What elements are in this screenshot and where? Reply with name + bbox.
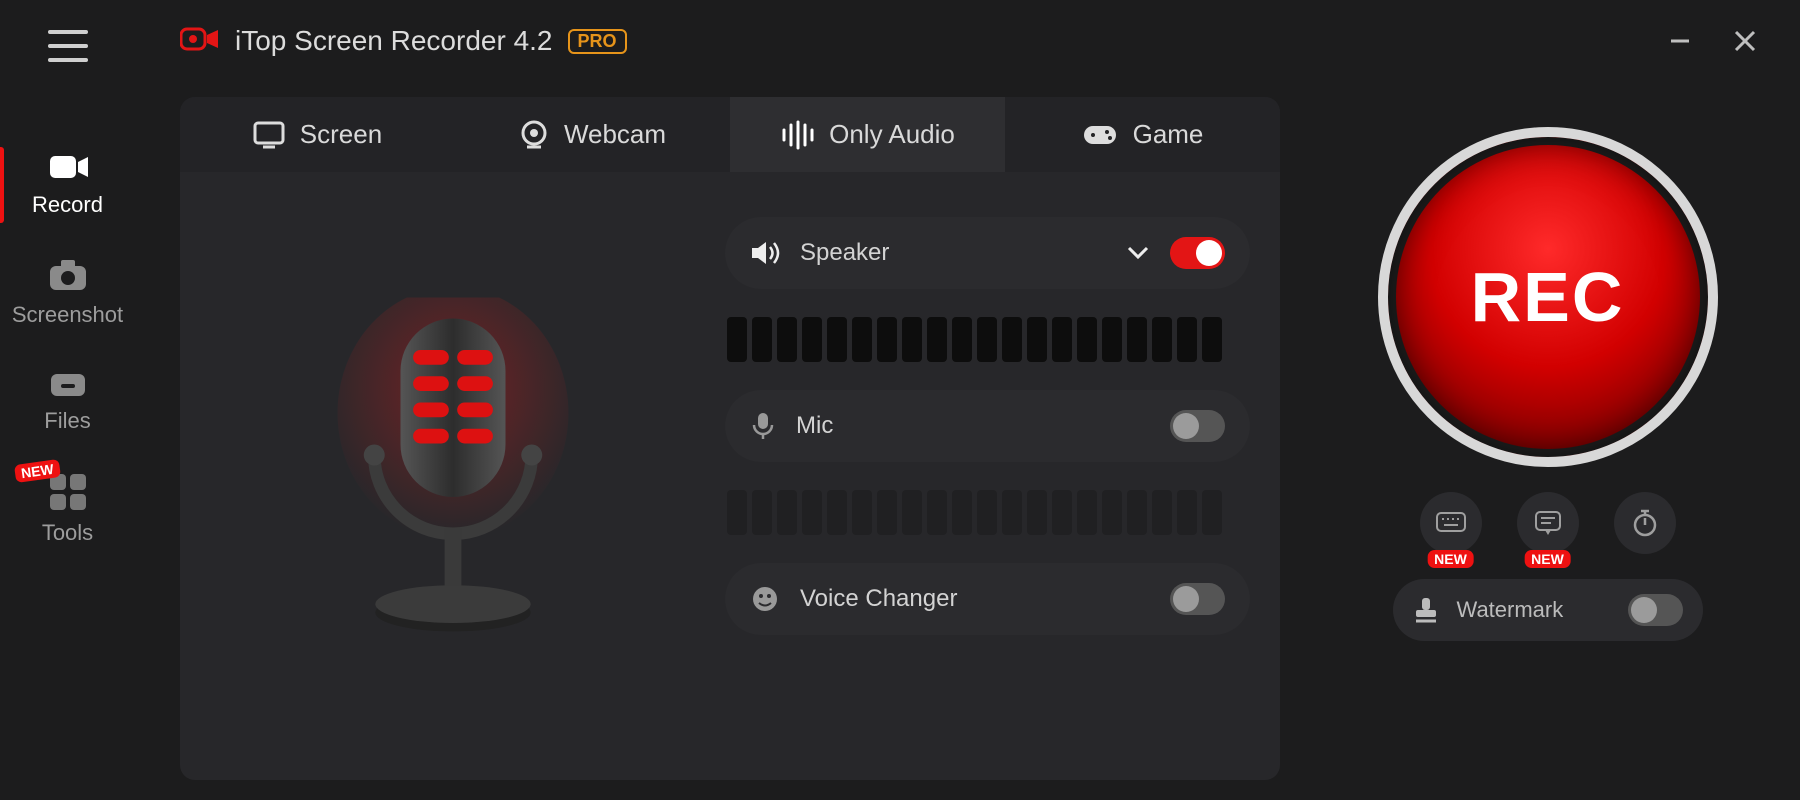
voice-changer-label: Voice Changer [800,585,957,613]
speaker-level-meter [725,317,1250,362]
record-button-label: REC [1471,257,1625,337]
webcam-icon [519,120,549,150]
record-tool-row: NEW NEW [1420,492,1676,554]
new-badge: NEW [1524,550,1571,568]
sidebar-item-tools[interactable]: NEW Tools [0,454,135,566]
mic-row: Mic [725,390,1250,462]
sidebar-item-label: Record [32,192,103,218]
main-area: iTop Screen Recorder 4.2 PRO [135,0,1800,800]
record-button[interactable]: REC [1378,127,1718,467]
pro-badge: PRO [568,29,627,54]
annotate-button[interactable]: NEW [1517,492,1579,554]
new-badge: NEW [1427,550,1474,568]
record-panel: REC NEW [1310,97,1785,780]
minimize-button[interactable] [1665,26,1695,56]
sidebar-item-label: Tools [42,520,93,546]
sidebar-item-label: Screenshot [12,302,123,328]
tab-only-audio[interactable]: Only Audio [730,97,1005,172]
record-camera-icon [48,152,88,182]
watermark-label: Watermark [1457,597,1564,623]
sidebar-item-screenshot[interactable]: Screenshot [0,238,135,348]
annotation-icon [1533,509,1563,537]
stamp-icon [1413,595,1439,625]
tab-label: Webcam [564,119,666,150]
mic-label: Mic [796,412,833,440]
microphone-icon [750,411,776,441]
mode-panel: Screen Webcam [180,97,1280,780]
folder-icon [49,368,87,398]
tab-label: Only Audio [829,119,955,150]
tab-label: Screen [300,119,382,150]
watermark-row: Watermark [1393,579,1703,641]
speaker-row: Speaker [725,217,1250,289]
audio-wave-icon [780,120,814,150]
close-button[interactable] [1730,26,1760,56]
chevron-down-icon [1126,245,1150,261]
app-title: iTop Screen Recorder 4.2 [235,25,553,57]
speaker-label: Speaker [800,239,889,267]
speaker-icon [750,239,780,267]
mic-level-meter [725,490,1250,535]
tab-label: Game [1133,119,1204,150]
app-logo-icon [180,25,220,57]
tab-screen[interactable]: Screen [180,97,455,172]
mode-tabs: Screen Webcam [180,97,1280,172]
speaker-dropdown[interactable] [1126,245,1150,261]
monitor-icon [253,121,285,149]
sidebar-item-files[interactable]: Files [0,348,135,454]
voice-changer-icon [750,584,780,614]
mic-toggle[interactable] [1170,410,1225,442]
camera-icon [48,258,88,292]
audio-controls: Speaker [725,202,1250,750]
voice-changer-row: Voice Changer [725,563,1250,635]
microphone-illustration [180,202,725,750]
tab-game[interactable]: Game [1005,97,1280,172]
keyboard-icon [1435,511,1467,535]
sidebar: Record Screenshot Files NEW Tools [0,0,135,800]
sidebar-item-label: Files [44,408,90,434]
voice-changer-toggle[interactable] [1170,583,1225,615]
speaker-toggle[interactable] [1170,237,1225,269]
gamepad-icon [1082,122,1118,148]
title-bar: iTop Screen Recorder 4.2 PRO [180,25,1785,57]
hamburger-menu-button[interactable] [48,30,88,62]
grid-icon [50,474,86,510]
stopwatch-icon [1630,508,1660,538]
timer-button[interactable] [1614,492,1676,554]
sidebar-item-record[interactable]: Record [0,132,135,238]
tab-webcam[interactable]: Webcam [455,97,730,172]
watermark-toggle[interactable] [1628,594,1683,626]
keyboard-overlay-button[interactable]: NEW [1420,492,1482,554]
